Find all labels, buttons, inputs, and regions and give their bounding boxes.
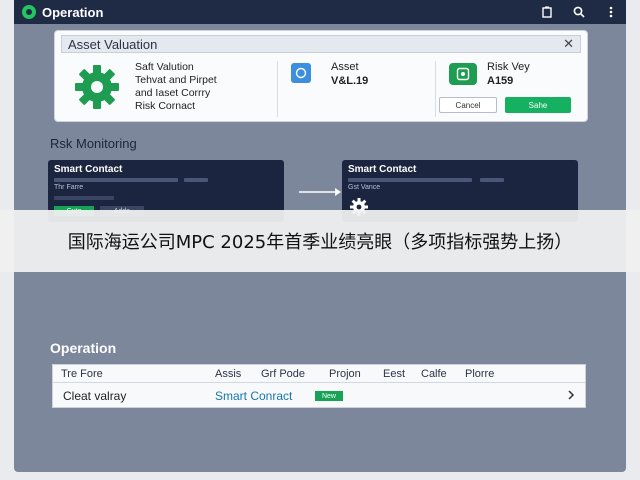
- top-bar: Operation: [14, 0, 626, 24]
- column-header: Assis: [215, 368, 242, 380]
- card-header: Asset Valuation ✕: [61, 35, 581, 53]
- column-header: Projon: [329, 368, 361, 380]
- clock-icon: [291, 63, 311, 83]
- row-name: Cleat valray: [63, 389, 127, 403]
- risk-monitoring-title: Rsk Monitoring: [50, 136, 137, 151]
- headline-banner: 国际海运公司MPC 2025年首季业绩亮眼（多项指标强势上扬）: [0, 210, 640, 272]
- smart-contract-link[interactable]: Smart Conract: [215, 389, 292, 403]
- placeholder-line: [480, 178, 504, 182]
- column-header: Grf Pode: [261, 368, 306, 380]
- gear-icon: [75, 65, 119, 109]
- smart-contract-title: Smart Contact: [348, 164, 417, 175]
- card-title: Asset Valuation: [68, 36, 158, 52]
- column-header: Tre Fore: [61, 368, 103, 380]
- asset-label: Asset: [331, 61, 359, 73]
- risk-value: A159: [487, 75, 514, 87]
- divider: [435, 61, 436, 117]
- divider: [277, 61, 278, 117]
- chevron-right-icon[interactable]: [567, 387, 575, 403]
- operation-section-title: Operation: [50, 340, 117, 356]
- asset-valuation-card: Asset Valuation ✕ Saft Valution Tehvat a…: [54, 30, 588, 122]
- table-header: Tre Fore Assis Grf Pode Projon Eest Calf…: [53, 365, 585, 383]
- headline-text: 国际海运公司MPC 2025年首季业绩亮眼（多项指标强势上扬）: [67, 232, 573, 253]
- search-icon[interactable]: [572, 5, 586, 19]
- placeholder-line: [54, 196, 114, 200]
- close-icon[interactable]: ✕: [563, 36, 574, 52]
- status-badge: New: [315, 391, 343, 401]
- placeholder-line: [348, 178, 472, 182]
- smart-contract-sub: Thr Farre: [54, 184, 84, 191]
- app-logo-icon: [22, 5, 36, 19]
- cancel-button[interactable]: Cancel: [439, 97, 497, 113]
- valuation-description: Saft Valution Tehvat and Pirpet and Iase…: [135, 61, 217, 112]
- risk-icon: [449, 63, 477, 85]
- copy-icon[interactable]: [540, 5, 554, 19]
- asset-value: V&L.19: [331, 75, 369, 87]
- column-header: Eest: [383, 368, 406, 380]
- app-title: Operation: [42, 4, 104, 20]
- operation-table: Tre Fore Assis Grf Pode Projon Eest Calf…: [52, 364, 586, 408]
- column-header: Calfe: [421, 368, 447, 380]
- risk-label: Risk Vey: [487, 61, 530, 73]
- flow-arrow-icon: [299, 188, 341, 196]
- smart-contract-title: Smart Contact: [54, 164, 123, 175]
- placeholder-line: [184, 178, 208, 182]
- smart-contract-sub: Gst Vance: [348, 184, 381, 191]
- save-button[interactable]: Sahe: [505, 97, 571, 113]
- placeholder-line: [54, 178, 178, 182]
- column-header: Plorre: [465, 368, 495, 380]
- more-vertical-icon[interactable]: [604, 5, 618, 19]
